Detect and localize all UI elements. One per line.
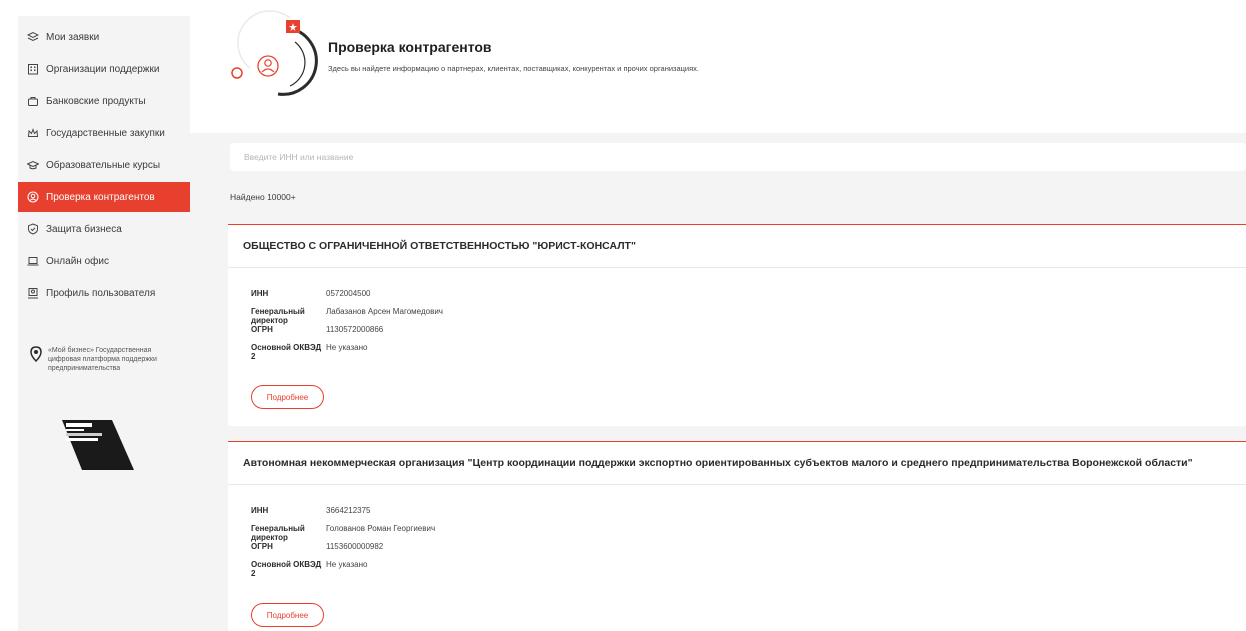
okved-row: Основной ОКВЭД 2 Не указано: [251, 560, 367, 578]
result-card: ОБЩЕСТВО С ОГРАНИЧЕННОЙ ОТВЕТСТВЕННОСТЬЮ…: [228, 224, 1246, 426]
sidebar-item-user-profile[interactable]: Профиль пользователя: [18, 278, 190, 308]
results-count: Найдено 10000+: [230, 192, 296, 202]
search-person-icon: [27, 191, 39, 203]
sidebar-item-label: Организации поддержки: [46, 63, 160, 75]
director-label: Генеральный директор: [251, 524, 305, 542]
page-header: Проверка контрагентов Здесь вы найдете и…: [190, 0, 1246, 133]
inn-row: ИНН 3664212375: [251, 506, 371, 515]
national-project-logo: [62, 420, 134, 470]
sidebar-item-courses[interactable]: Образовательные курсы: [18, 150, 190, 180]
main-content: Введите ИНН или название Найдено 10000+ …: [190, 133, 1246, 631]
director-row: Генеральный директор Лабазанов Арсен Маг…: [251, 307, 443, 325]
platform-promo-text: «Мой бизнес» Государственная цифровая пл…: [48, 347, 157, 372]
building-icon: [27, 63, 39, 75]
ogrn-value: 1153600000982: [326, 542, 384, 551]
director-value: Лабазанов Арсен Магомедович: [326, 307, 443, 316]
platform-promo: «Мой бизнес» Государственная цифровая пл…: [30, 346, 180, 373]
inn-label: ИНН: [251, 506, 269, 515]
sidebar-item-label: Образовательные курсы: [46, 159, 161, 171]
sidebar-item-online-office[interactable]: Онлайн офис: [18, 246, 190, 276]
search-placeholder: Введите ИНН или название: [244, 152, 354, 162]
sidebar-item-label: Защита бизнеса: [46, 223, 122, 235]
profile-icon: [27, 287, 39, 299]
sidebar-item-counterparty-check[interactable]: Проверка контрагентов: [18, 182, 190, 212]
sidebar-item-label: Проверка контрагентов: [46, 191, 155, 203]
company-name: ОБЩЕСТВО С ОГРАНИЧЕННОЙ ОТВЕТСТВЕННОСТЬЮ…: [228, 225, 1246, 268]
okved-label: Основной ОКВЭД 2: [251, 560, 322, 578]
page-subtitle: Здесь вы найдете информацию о партнерах,…: [328, 64, 700, 73]
page-illustration: [230, 6, 330, 98]
laptop-icon: [27, 255, 39, 267]
sidebar-item-label: Государственные закупки: [46, 127, 165, 139]
company-name: Автономная некоммерческая организация "Ц…: [228, 442, 1246, 485]
ogrn-value: 1130572000866: [326, 325, 384, 334]
graduation-cap-icon: [27, 159, 39, 171]
location-pin-icon: [30, 346, 42, 373]
result-card: Автономная некоммерческая организация "Ц…: [228, 441, 1246, 631]
sidebar-item-label: Профиль пользователя: [46, 287, 156, 299]
director-value: Голованов Роман Георгиевич: [326, 524, 436, 533]
okved-value: Не указано: [326, 560, 368, 569]
sidebar-item-label: Банковские продукты: [46, 95, 146, 107]
director-row: Генеральный директор Голованов Роман Гео…: [251, 524, 435, 542]
inn-row: ИНН 0572004500: [251, 289, 371, 298]
ogrn-row: ОГРН 1153600000982: [251, 542, 383, 551]
layers-icon: [27, 31, 39, 43]
details-button[interactable]: Подробнее: [251, 603, 324, 627]
inn-value: 0572004500: [326, 289, 371, 298]
sidebar: Мои заявки Организации поддержки Банковс…: [18, 16, 190, 631]
sidebar-item-label: Мои заявки: [46, 31, 100, 43]
search-input[interactable]: Введите ИНН или название: [230, 143, 1246, 171]
sidebar-item-gov-purchases[interactable]: Государственные закупки: [18, 118, 190, 148]
ogrn-row: ОГРН 1130572000866: [251, 325, 383, 334]
inn-label: ИНН: [251, 289, 269, 298]
shield-icon: [27, 223, 39, 235]
ogrn-label: ОГРН: [251, 325, 273, 334]
ogrn-label: ОГРН: [251, 542, 273, 551]
okved-value: Не указано: [326, 343, 368, 352]
page-title: Проверка контрагентов: [328, 39, 492, 55]
crown-icon: [27, 127, 39, 139]
sidebar-item-bank-products[interactable]: Банковские продукты: [18, 86, 190, 116]
director-label: Генеральный директор: [251, 307, 305, 325]
okved-row: Основной ОКВЭД 2 Не указано: [251, 343, 367, 361]
sidebar-item-support-orgs[interactable]: Организации поддержки: [18, 54, 190, 84]
briefcase-icon: [27, 95, 39, 107]
sidebar-item-label: Онлайн офис: [46, 255, 109, 267]
sidebar-item-business-protection[interactable]: Защита бизнеса: [18, 214, 190, 244]
inn-value: 3664212375: [326, 506, 371, 515]
details-button[interactable]: Подробнее: [251, 385, 324, 409]
sidebar-item-my-applications[interactable]: Мои заявки: [18, 22, 190, 52]
okved-label: Основной ОКВЭД 2: [251, 343, 322, 361]
